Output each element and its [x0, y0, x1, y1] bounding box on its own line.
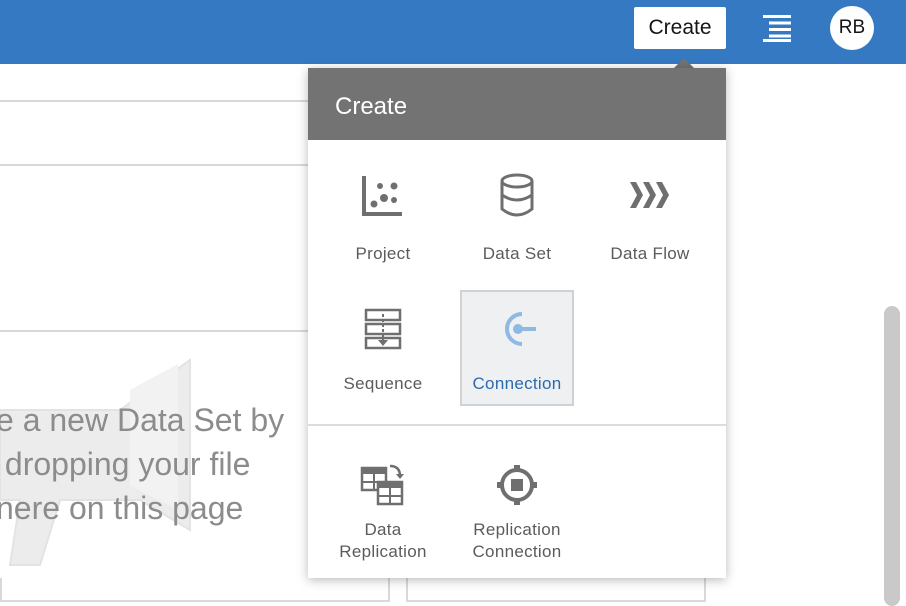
create-connection-label: Connection — [472, 374, 562, 393]
create-data-flow-label: Data Flow — [610, 244, 690, 263]
chevrons-flow-icon — [593, 172, 707, 223]
create-button[interactable]: Create — [634, 7, 726, 49]
card-outline — [0, 578, 390, 602]
create-data-set-item[interactable]: Data Set — [460, 172, 574, 265]
data-replication-icon — [326, 462, 440, 513]
connection-plug-icon — [462, 306, 572, 357]
create-replication-connection-item[interactable]: Replication Connection — [460, 462, 574, 563]
create-data-replication-label: Data Replication — [339, 520, 427, 561]
drop-file-hint: e a new Data Set by dropping your file n… — [0, 402, 285, 526]
avatar[interactable]: RB — [830, 6, 874, 50]
popup-divider — [308, 424, 726, 426]
create-project-item[interactable]: Project — [326, 172, 440, 265]
card-outline — [406, 578, 706, 602]
create-data-replication-item[interactable]: Data Replication — [326, 462, 440, 563]
sequence-icon — [326, 306, 440, 357]
replication-connection-icon — [460, 462, 574, 513]
top-bar: Create RB — [0, 0, 906, 64]
scatter-plot-icon — [326, 172, 440, 223]
create-project-label: Project — [355, 244, 411, 263]
create-data-set-label: Data Set — [482, 244, 552, 263]
divider — [0, 164, 330, 166]
divider — [0, 330, 330, 332]
hamburger-menu-icon[interactable] — [761, 14, 793, 42]
popup-caret — [674, 58, 694, 68]
create-menu-title: Create — [308, 68, 726, 140]
create-replication-connection-label: Replication Connection — [472, 520, 562, 561]
database-icon — [460, 172, 574, 223]
create-sequence-label: Sequence — [343, 374, 423, 393]
scrollbar[interactable] — [884, 306, 900, 606]
create-data-flow-item[interactable]: Data Flow — [593, 172, 707, 265]
create-menu-popup: Create Project Data Set Data Flow Sequen… — [308, 68, 726, 578]
create-connection-item[interactable]: Connection — [460, 290, 574, 406]
divider — [0, 100, 330, 102]
create-sequence-item[interactable]: Sequence — [326, 306, 440, 395]
